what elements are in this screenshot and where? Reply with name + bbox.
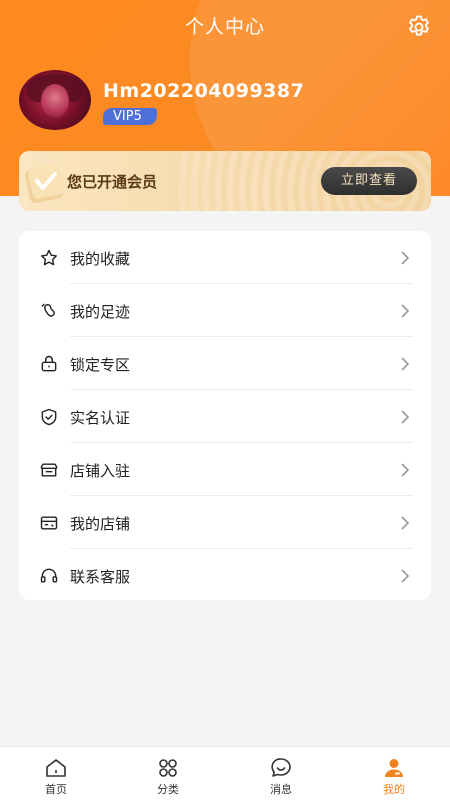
menu-item-label: 我的店铺 xyxy=(70,515,131,533)
vip-status-text: 您已开通会员 xyxy=(67,173,158,191)
lock-icon xyxy=(39,354,59,374)
menu-list: 我的收藏 我的足迹 锁定专区 实名认证 店铺入驻 我的店铺 联系客服 xyxy=(19,231,431,600)
menu-item-label: 我的足迹 xyxy=(70,303,131,321)
menu-item-my-store[interactable]: 我的店铺 xyxy=(19,496,431,549)
headset-icon xyxy=(39,566,59,586)
menu-item-customer-service[interactable]: 联系客服 xyxy=(19,549,431,602)
menu-item-store-apply[interactable]: 店铺入驻 xyxy=(19,443,431,496)
tab-label: 消息 xyxy=(270,783,292,796)
my-store-icon xyxy=(39,513,59,533)
store-icon xyxy=(39,460,59,480)
footprint-icon xyxy=(39,301,59,321)
chevron-right-icon xyxy=(399,409,411,425)
chevron-right-icon xyxy=(399,303,411,319)
menu-item-locked-zone[interactable]: 锁定专区 xyxy=(19,337,431,390)
tab-label: 首页 xyxy=(45,783,67,796)
shield-check-icon xyxy=(39,407,59,427)
bottom-tab-bar: 首页 分类 消息 我的 xyxy=(0,746,450,800)
menu-item-label: 联系客服 xyxy=(70,568,131,586)
chevron-right-icon xyxy=(399,462,411,478)
chevron-right-icon xyxy=(399,568,411,584)
chevron-right-icon xyxy=(399,356,411,372)
tab-mine[interactable]: 我的 xyxy=(338,747,450,800)
menu-item-label: 我的收藏 xyxy=(70,250,131,268)
star-icon xyxy=(39,248,59,268)
menu-item-label: 店铺入驻 xyxy=(70,462,131,480)
settings-icon[interactable] xyxy=(405,13,433,41)
menu-item-label: 锁定专区 xyxy=(70,356,131,374)
home-icon xyxy=(44,756,68,780)
user-icon xyxy=(382,756,406,780)
chevron-right-icon xyxy=(399,515,411,531)
username: Hm20220409938​7 xyxy=(103,80,305,102)
tab-messages[interactable]: 消息 xyxy=(225,747,337,800)
tab-home[interactable]: 首页 xyxy=(0,747,112,800)
vip-membership-card[interactable]: 您已开通会员 立即查看 xyxy=(19,151,431,211)
vip-level-badge: VIP5 xyxy=(103,108,157,125)
tab-category[interactable]: 分类 xyxy=(112,747,224,800)
menu-item-footprint[interactable]: 我的足迹 xyxy=(19,284,431,337)
message-icon xyxy=(269,756,293,780)
view-vip-button[interactable]: 立即查看 xyxy=(321,167,417,195)
avatar[interactable] xyxy=(19,70,91,130)
category-icon xyxy=(156,756,180,780)
page-title: 个人中心 xyxy=(184,16,265,38)
vip-crown-icon xyxy=(19,155,71,207)
tab-label: 我的 xyxy=(383,783,405,796)
menu-item-label: 实名认证 xyxy=(70,409,131,427)
menu-item-real-name-verification[interactable]: 实名认证 xyxy=(19,390,431,443)
menu-item-favorites[interactable]: 我的收藏 xyxy=(19,231,431,284)
tab-label: 分类 xyxy=(157,783,179,796)
chevron-right-icon xyxy=(399,250,411,266)
